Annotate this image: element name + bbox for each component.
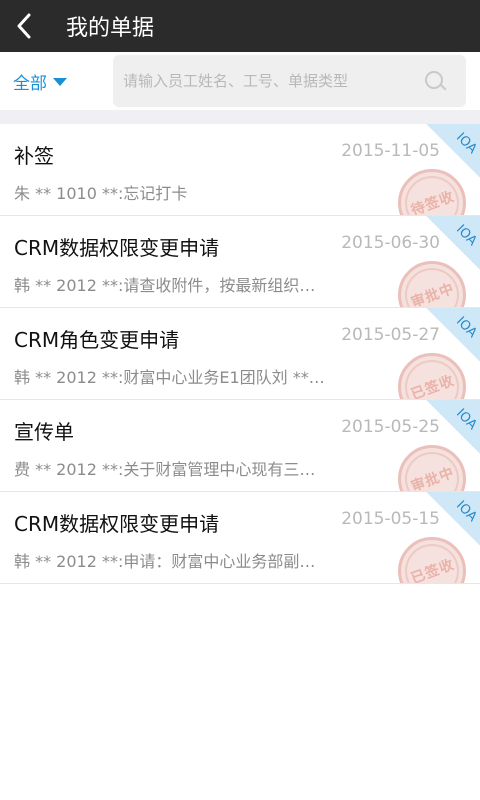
stamp-text: 已签收	[408, 556, 457, 584]
list-item[interactable]: 宣传单 2015-05-25 费 ** 2012 **:关于财富管理中心现有三……	[0, 400, 480, 492]
section-divider	[0, 110, 480, 124]
item-summary: 韩 ** 2012 **:请查收附件，按最新组织…	[14, 276, 316, 295]
corner-label: IOA	[453, 498, 480, 525]
list-item[interactable]: 补签 2015-11-05 朱 ** 1010 **:忘记打卡 IOA 待签收	[0, 124, 480, 216]
filter-label: 全部	[13, 73, 47, 94]
search-icon[interactable]	[424, 70, 447, 92]
corner-label: IOA	[453, 406, 480, 433]
corner-label: IOA	[453, 222, 480, 249]
item-summary: 费 ** 2012 **:关于财富管理中心现有三…	[14, 460, 316, 479]
stamp-text: 待签收	[408, 188, 457, 216]
corner-label: IOA	[453, 130, 480, 157]
search-input[interactable]	[121, 71, 424, 91]
item-title: 补签	[14, 144, 54, 168]
item-title: 宣传单	[14, 420, 74, 444]
item-summary: 朱 ** 1010 **:忘记打卡	[14, 184, 188, 203]
chevron-left-icon	[17, 13, 31, 39]
item-summary: 韩 ** 2012 **:财富中心业务E1团队刘 **…	[14, 368, 325, 387]
stamp-text: 审批中	[408, 464, 457, 492]
filter-bar: 全部	[0, 52, 480, 110]
list-item[interactable]: CRM角色变更申请 2015-05-27 韩 ** 2012 **:财富中心业务…	[0, 308, 480, 400]
item-title: CRM数据权限变更申请	[14, 236, 220, 260]
stamp-text: 审批中	[408, 280, 457, 308]
list-item[interactable]: CRM数据权限变更申请 2015-05-15 韩 ** 2012 **:申请：财…	[0, 492, 480, 584]
search-box[interactable]	[113, 55, 466, 107]
item-title: CRM角色变更申请	[14, 328, 180, 352]
top-bar: 我的单据	[0, 0, 480, 52]
corner-label: IOA	[453, 314, 480, 341]
filter-dropdown[interactable]: 全部	[13, 69, 113, 94]
back-button[interactable]	[0, 0, 48, 52]
caret-down-icon	[53, 78, 67, 86]
stamp-text: 已签收	[408, 372, 457, 400]
list-item[interactable]: CRM数据权限变更申请 2015-06-30 韩 ** 2012 **:请查收附…	[0, 216, 480, 308]
item-summary: 韩 ** 2012 **:申请：财富中心业务部副…	[14, 552, 316, 571]
item-title: CRM数据权限变更申请	[14, 512, 220, 536]
document-list: 补签 2015-11-05 朱 ** 1010 **:忘记打卡 IOA 待签收 …	[0, 124, 480, 584]
page-title: 我的单据	[66, 16, 155, 41]
